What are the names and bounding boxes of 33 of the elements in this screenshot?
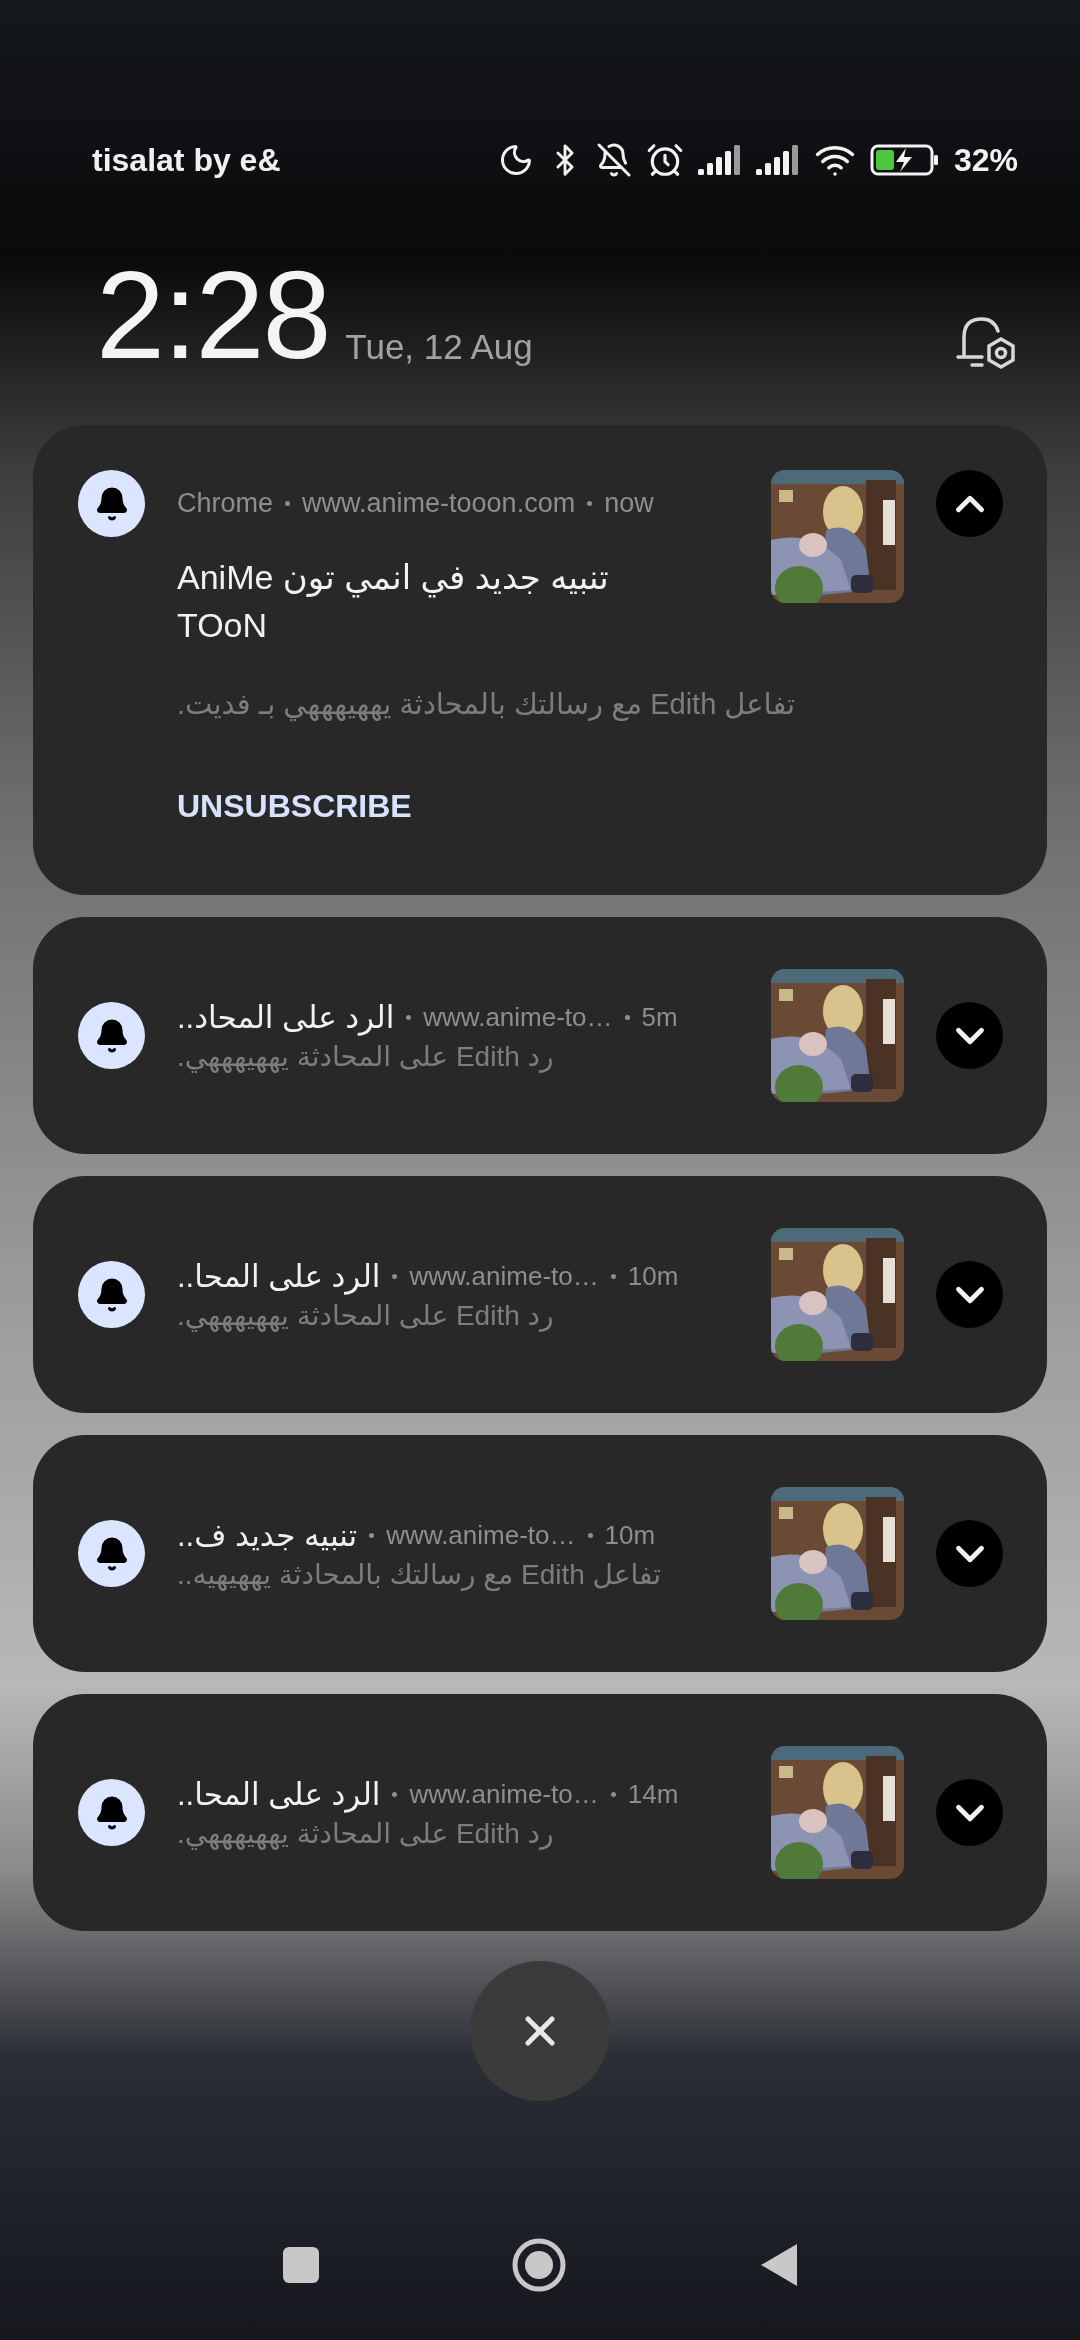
notification-time: 5m (641, 1001, 678, 1033)
notification-title: الرد على المحا.. (177, 1775, 381, 1813)
notification-body: تفاعل Edith مع رسالتك بالمحادثة يههيهههي بـ فديت. (177, 686, 797, 721)
notification-body: رد Edith على المحادثة يههيهههي. (177, 1298, 555, 1332)
notification-body: تفاعل Edith مع رسالتك بالمحادثة يههيهيه.. (177, 1557, 663, 1591)
bell-off-icon (595, 142, 632, 178)
notification-title: الرد على المحاد.. (177, 998, 395, 1036)
recents-button[interactable] (281, 2245, 321, 2285)
alarm-icon (645, 141, 684, 179)
notification-body: رد Edith على المحادثة يههيهههي. (177, 1816, 555, 1850)
date: Tue, 12 Aug (345, 327, 533, 367)
battery-percent: 32% (953, 141, 1018, 179)
site-url: www.anime-to… (386, 1519, 576, 1551)
signal-icon (697, 145, 742, 175)
battery-icon (869, 144, 940, 176)
signal-icon (755, 145, 800, 175)
unsubscribe-button[interactable]: UNSUBSCRIBE (177, 788, 412, 826)
notification-body: رد Edith على المحادثة يههيهههي. (177, 1039, 555, 1073)
home-button[interactable] (511, 2237, 567, 2293)
clock: 2:28 (96, 253, 330, 377)
notification-time: now (604, 488, 654, 519)
notification-time: 10m (627, 1260, 679, 1292)
notification-title: تنبيه جديد ف.. (177, 1516, 358, 1554)
site-url: www.anime-to… (409, 1778, 599, 1810)
site-url: www.anime-tooon.com (302, 488, 576, 519)
site-url: www.anime-to… (409, 1260, 599, 1292)
notification-title: تنبيه جديد في انمي تون AniMe TOoN (177, 557, 610, 646)
notification-time: 10m (604, 1519, 656, 1551)
app-name: Chrome (177, 488, 274, 519)
carrier-name: tisalat by e& (92, 141, 281, 179)
site-url: www.anime-to… (423, 1001, 613, 1033)
notification-time: 14m (627, 1778, 679, 1810)
notification-title: الرد على المحا.. (177, 1257, 381, 1295)
